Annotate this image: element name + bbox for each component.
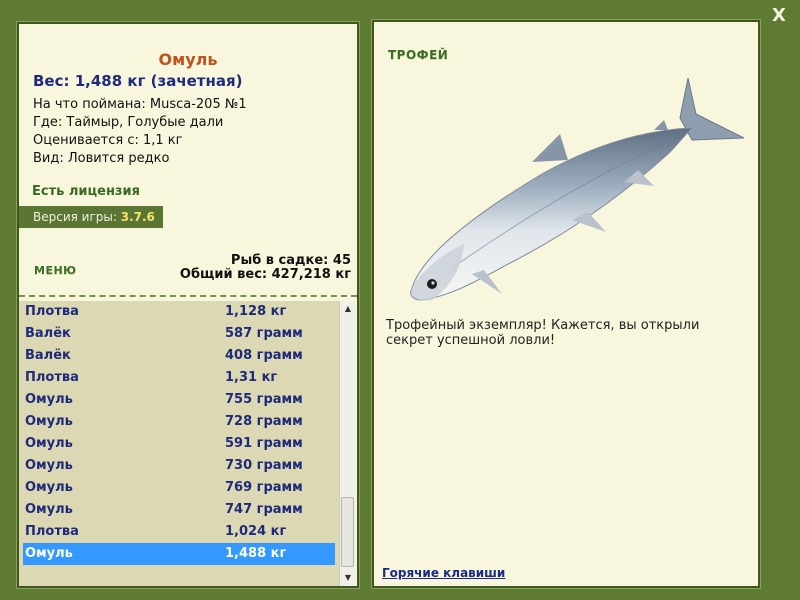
catch-fish-name: Омуль	[25, 392, 73, 407]
cage-count: Рыб в садке: 45	[230, 253, 351, 268]
catch-row[interactable]: Омуль 747 грамм	[19, 499, 339, 521]
catch-row[interactable]: Омуль 728 грамм	[19, 411, 339, 433]
catch-fish-weight: 1,31 кг	[225, 370, 278, 385]
catch-fish-name: Омуль	[25, 436, 73, 451]
fish-weight: Вес: 1,488 кг (зачетная)	[33, 72, 243, 90]
hotkeys-link[interactable]: Горячие клавиши	[382, 566, 505, 580]
catch-fish-name: Омуль	[25, 480, 73, 495]
catch-row[interactable]: Плотва 1,024 кг	[19, 521, 339, 543]
catch-fish-name: Плотва	[25, 370, 79, 385]
menu-button[interactable]: МЕНЮ	[34, 264, 77, 277]
caught-on-text: На что поймана: Musca-205 №1	[33, 97, 247, 112]
scroll-thumb[interactable]	[341, 497, 354, 567]
catch-list[interactable]: Плотва 1,128 кг Валёк 587 грамм Валёк 408 гра…	[19, 301, 339, 586]
divider	[19, 295, 357, 297]
catch-fish-name: Омуль	[25, 546, 73, 561]
catch-fish-weight: 755 грамм	[225, 392, 303, 407]
game-version: Версия игры: 3.7.6	[19, 206, 163, 228]
cage-total-weight: Общий вес: 427,218 кг	[179, 267, 351, 282]
catch-fish-name: Валёк	[25, 348, 71, 363]
catch-row[interactable]: Омуль 769 грамм	[19, 477, 339, 499]
version-label: Версия игры:	[33, 210, 117, 224]
catch-fish-weight: 1,488 кг	[225, 546, 287, 561]
catch-fish-weight: 591 грамм	[225, 436, 303, 451]
catch-fish-weight: 747 грамм	[225, 502, 303, 517]
scroll-up-icon[interactable]: ▲	[340, 301, 356, 317]
fish-info-panel: Омуль Вес: 1,488 кг (зачетная) На что по…	[16, 21, 360, 589]
scroll-down-icon[interactable]: ▼	[340, 570, 356, 586]
species-text: Вид: Ловится редко	[33, 151, 170, 166]
catch-fish-weight: 1,024 кг	[225, 524, 287, 539]
catch-fish-name: Омуль	[25, 458, 73, 473]
catch-row[interactable]: Омуль 730 грамм	[19, 455, 339, 477]
cage-summary: Рыб в садке: 45 Общий вес: 427,218 кг	[180, 254, 351, 282]
catch-row-selected[interactable]: Омуль 1,488 кг	[23, 543, 335, 565]
trophy-panel: ТРОФЕЙ Трофейный экземпляр! Кажется, вы …	[371, 19, 761, 589]
catch-fish-name: Омуль	[25, 414, 73, 429]
catch-row[interactable]: Валёк 408 грамм	[19, 345, 339, 367]
catch-fish-weight: 730 грамм	[225, 458, 303, 473]
trophy-description: Трофейный экземпляр! Кажется, вы открыли…	[386, 318, 700, 348]
catch-row[interactable]: Омуль 591 грамм	[19, 433, 339, 455]
version-value: 3.7.6	[120, 210, 155, 224]
catch-row[interactable]: Плотва 1,31 кг	[19, 367, 339, 389]
catch-fish-name: Плотва	[25, 304, 79, 319]
catch-fish-name: Плотва	[25, 524, 79, 539]
catch-fish-weight: 769 грамм	[225, 480, 303, 495]
catch-fish-weight: 587 грамм	[225, 326, 303, 341]
catch-fish-weight: 408 грамм	[225, 348, 303, 363]
catch-fish-weight: 728 грамм	[225, 414, 303, 429]
license-status: Есть лицензия	[32, 184, 140, 199]
fish-details: На что поймана: Musca-205 №1 Где: Таймыр…	[33, 96, 247, 168]
catch-row[interactable]: Плотва 1,128 кг	[19, 301, 339, 323]
close-button[interactable]: X	[768, 5, 790, 27]
catch-fish-name: Валёк	[25, 326, 71, 341]
omul-fish-image	[410, 77, 745, 301]
catch-fish-weight: 1,128 кг	[225, 304, 287, 319]
catch-row[interactable]: Валёк 587 грамм	[19, 323, 339, 345]
catch-row[interactable]: Омуль 755 грамм	[19, 389, 339, 411]
rated-from-text: Оценивается с: 1,1 кг	[33, 133, 183, 148]
location-text: Где: Таймыр, Голубые дали	[33, 115, 224, 130]
catch-fish-name: Омуль	[25, 502, 73, 517]
catch-list-scrollbar[interactable]: ▲ ▼	[339, 301, 355, 586]
fish-name: Омуль	[158, 50, 218, 69]
